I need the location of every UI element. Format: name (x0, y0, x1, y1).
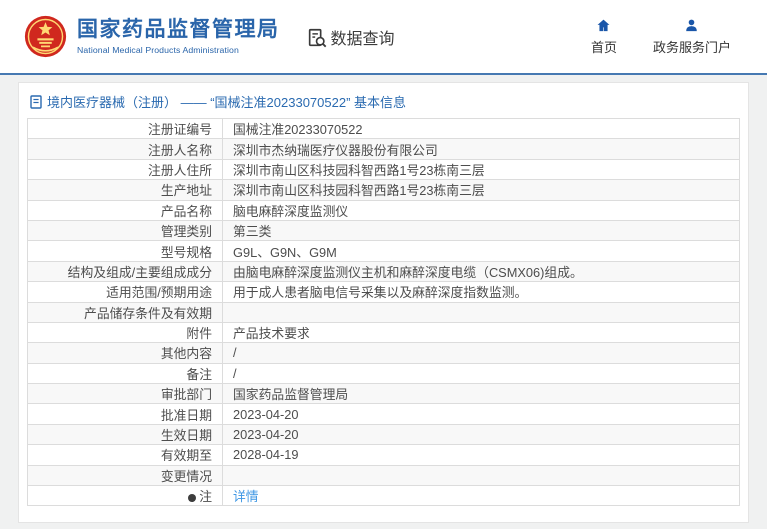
org-name-en: National Medical Products Administration (77, 44, 239, 55)
table-row: 产品储存条件及有效期 (27, 301, 740, 323)
home-icon (598, 19, 610, 31)
row-label: 其他内容 (27, 342, 223, 364)
table-row: 适用范围/预期用途 用于成人患者脑电信号采集以及麻醉深度指数监测。 (27, 281, 740, 303)
table-row: 有效期至 2028-04-19 (27, 444, 740, 466)
row-value: 2028-04-19 (222, 444, 740, 466)
table-row: 注 详情 (27, 485, 740, 507)
row-label: 产品储存条件及有效期 (27, 301, 223, 323)
nav-gov-portal-label: 政务服务门户 (652, 39, 731, 55)
info-table-body: 注册证编号 国械注准20233070522 注册人名称 深圳市杰纳瑞医疗仪器股份… (27, 117, 740, 507)
table-row: 批准日期 2023-04-20 (27, 403, 740, 425)
table-row: 附件 产品技术要求 (27, 321, 740, 344)
table-row: 生效日期 2023-04-20 (27, 423, 740, 446)
row-label: 适用范围/预期用途 (27, 281, 223, 303)
table-row: 注册人住所 深圳市南山区科技园科智西路1号23栋南三层 (27, 158, 740, 181)
row-value: G9L、G9N、G9M (222, 240, 740, 262)
table-row: 变更情况 (27, 464, 740, 487)
table-row: 结构及组成/主要组成成分 由脑电麻醉深度监测仪主机和麻醉深度电缆（CSMX06)… (27, 260, 740, 283)
data-query-section[interactable]: 数据查询 (306, 25, 395, 49)
row-label: 备注 (27, 362, 223, 385)
data-query-label: 数据查询 (330, 30, 395, 48)
row-label: 注册证编号 (27, 117, 223, 140)
row-value: 用于成人患者脑电信号采集以及麻醉深度指数监测。 (222, 281, 740, 303)
national-emblem-icon (24, 15, 67, 58)
row-label: 有效期至 (27, 444, 223, 466)
table-row: 审批部门 国家药品监督管理局 (27, 383, 740, 405)
row-label: 变更情况 (27, 464, 223, 487)
row-label: 审批部门 (27, 383, 223, 405)
row-value: 深圳市南山区科技园科智西路1号23栋南三层 (222, 179, 740, 201)
row-value: 第三类 (222, 219, 740, 242)
row-value: 深圳市杰纳瑞医疗仪器股份有限公司 (222, 138, 740, 160)
breadcrumb-text: 境内医疗器械（注册） —— “国械注准20233070522” 基本信息 (47, 95, 407, 110)
row-label: 注册人名称 (27, 138, 223, 160)
breadcrumb: 境内医疗器械（注册） —— “国械注准20233070522” 基本信息 (19, 83, 748, 118)
row-value: 由脑电麻醉深度监测仪主机和麻醉深度电缆（CSMX06)组成。 (222, 260, 740, 283)
row-value: 深圳市南山区科技园科智西路1号23栋南三层 (222, 158, 740, 181)
row-label: 管理类别 (27, 219, 223, 242)
row-value: 2023-04-20 (222, 403, 740, 425)
row-label: 附件 (27, 321, 223, 344)
nav-home[interactable]: 首页 (591, 18, 617, 56)
nav-gov-portal[interactable]: 政务服务门户 (653, 18, 731, 56)
site-logo[interactable]: 国家药品监督管理局 National Medical Products Admi… (24, 15, 280, 58)
row-label: 产品名称 (27, 199, 223, 221)
brand-text: 国家药品监督管理局 National Medical Products Admi… (77, 18, 280, 54)
table-row: 备注 / (27, 362, 740, 385)
content-panel: 境内医疗器械（注册） —— “国械注准20233070522” 基本信息 注册证… (18, 82, 749, 523)
details-link[interactable]: 详情 (233, 489, 259, 504)
row-value: 国械注准20233070522 (222, 117, 740, 140)
row-label: 注 (27, 485, 223, 507)
nav-home-label: 首页 (590, 39, 617, 55)
document-icon (30, 94, 42, 109)
row-value: 2023-04-20 (222, 423, 740, 446)
site-header: 国家药品监督管理局 National Medical Products Admi… (0, 0, 767, 75)
table-row: 生产地址 深圳市南山区科技园科智西路1号23栋南三层 (27, 179, 740, 201)
row-label: 生产地址 (27, 179, 223, 201)
table-row: 型号规格 G9L、G9N、G9M (27, 240, 740, 262)
row-label: 批准日期 (27, 403, 223, 425)
user-icon (686, 19, 698, 31)
document-search-icon (308, 28, 326, 47)
table-row: 产品名称 脑电麻醉深度监测仪 (27, 199, 740, 221)
registration-info-table: 注册证编号 国械注准20233070522 注册人名称 深圳市杰纳瑞医疗仪器股份… (27, 117, 740, 507)
row-label: 型号规格 (27, 240, 223, 262)
row-value: / (222, 362, 740, 385)
row-value: / (222, 342, 740, 364)
table-row: 管理类别 第三类 (27, 219, 740, 242)
row-label: 生效日期 (27, 423, 223, 446)
top-nav: 首页 政务服务门户 (591, 18, 731, 56)
page-background: 境内医疗器械（注册） —— “国械注准20233070522” 基本信息 注册证… (0, 75, 767, 523)
row-value: 国家药品监督管理局 (222, 383, 740, 405)
org-name-cn: 国家药品监督管理局 (77, 18, 280, 42)
row-value (222, 464, 740, 487)
row-value: 脑电麻醉深度监测仪 (222, 199, 740, 221)
table-row: 其他内容 / (27, 342, 740, 364)
table-row: 注册证编号 国械注准20233070522 (27, 117, 740, 140)
row-value: 产品技术要求 (222, 321, 740, 344)
table-row: 注册人名称 深圳市杰纳瑞医疗仪器股份有限公司 (27, 138, 740, 160)
note-balloon-icon (188, 494, 197, 503)
row-label: 结构及组成/主要组成成分 (27, 260, 223, 283)
row-label: 注册人住所 (27, 158, 223, 181)
row-value (222, 301, 740, 323)
row-value: 详情 (222, 485, 740, 507)
